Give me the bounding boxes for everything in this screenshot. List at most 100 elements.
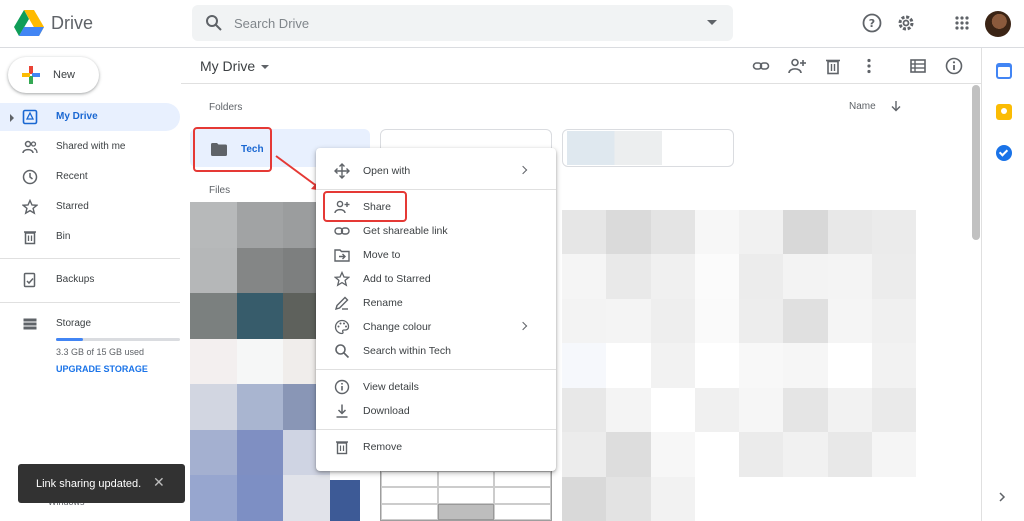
folders-heading: Folders [209, 102, 243, 113]
drive-window: Drive Search Drive ? New My Drive Shared… [0, 0, 1024, 521]
search-options-icon[interactable] [707, 20, 717, 25]
calendar-icon[interactable] [996, 63, 1012, 79]
menu-divider [316, 189, 556, 190]
breadcrumb[interactable]: My Drive [200, 58, 255, 74]
info-icon [334, 379, 350, 395]
file-thumbnail[interactable] [190, 202, 330, 521]
storage-usage-text: 3.3 GB of 15 GB used [56, 347, 145, 357]
menu-item-open-with[interactable]: Open with [316, 159, 556, 183]
snackbar: Link sharing updated. ✕ [18, 464, 185, 503]
menu-item-view-details[interactable]: View details [316, 375, 556, 399]
app-name[interactable]: Drive [51, 13, 93, 34]
my-drive-icon [22, 109, 38, 125]
sidebar-item-shared[interactable]: Shared with me [0, 133, 180, 161]
menu-item-rename[interactable]: Rename [316, 291, 556, 315]
menu-item-download[interactable]: Download [316, 399, 556, 423]
apps-grid-icon[interactable] [951, 12, 973, 34]
clock-icon [22, 169, 38, 185]
sidebar-item-label: Bin [56, 231, 71, 242]
main-toolbar: My Drive [181, 48, 981, 84]
file-thumbnail[interactable] [562, 210, 916, 521]
breadcrumb-menu-icon[interactable] [261, 65, 269, 69]
sort-by-name[interactable]: Name [849, 101, 876, 112]
menu-item-label: Get shareable link [363, 225, 448, 237]
search-icon[interactable] [205, 14, 223, 32]
sidebar-item-backups[interactable]: Backups [0, 266, 180, 294]
menu-item-label: View details [363, 381, 419, 393]
sidebar-item-storage[interactable]: Storage [0, 310, 180, 338]
pencil-icon [334, 296, 349, 311]
menu-item-label: Open with [363, 165, 411, 177]
sidebar-item-label: Shared with me [56, 141, 126, 152]
expand-panel-icon[interactable] [997, 491, 1007, 503]
side-apps-panel [981, 48, 1024, 521]
storage-progress-bar [56, 338, 180, 341]
tasks-icon[interactable] [996, 145, 1012, 161]
sidebar-item-my-drive[interactable]: My Drive [0, 103, 180, 131]
search-input[interactable]: Search Drive [234, 16, 309, 31]
storage-progress-fill [56, 338, 84, 341]
sidebar-item-label: Storage [56, 318, 92, 329]
highlight-box-share [323, 191, 407, 222]
sidebar-item-label: Backups [56, 274, 95, 285]
star-icon [22, 199, 38, 215]
sidebar-divider [0, 302, 180, 303]
menu-divider [316, 369, 556, 370]
sidebar-item-bin[interactable]: Bin [0, 223, 180, 251]
add-person-icon[interactable] [788, 57, 806, 75]
snackbar-message: Link sharing updated. [36, 478, 142, 490]
link-icon [334, 227, 350, 235]
trash-icon [336, 441, 348, 455]
new-button-label: New [53, 69, 76, 81]
palette-icon [334, 319, 350, 335]
link-icon[interactable] [752, 57, 770, 75]
menu-item-change-colour[interactable]: Change colour [316, 315, 556, 339]
sort-arrow-icon[interactable] [890, 100, 902, 112]
search-box[interactable]: Search Drive [192, 5, 733, 41]
shared-icon [22, 140, 38, 154]
upgrade-storage-link[interactable]: UPGRADE STORAGE [56, 364, 148, 374]
files-heading: Files [209, 185, 231, 196]
top-bar: Drive Search Drive ? [0, 0, 1024, 48]
menu-item-label: Move to [363, 249, 401, 261]
svg-text:?: ? [869, 17, 875, 30]
keep-icon[interactable] [996, 104, 1012, 120]
menu-item-label: Change colour [363, 321, 432, 333]
menu-item-label: Remove [363, 441, 403, 453]
help-icon[interactable]: ? [861, 12, 883, 34]
more-vert-icon[interactable] [860, 57, 878, 75]
info-icon[interactable] [945, 57, 963, 75]
star-icon [334, 271, 350, 287]
menu-item-search-within[interactable]: Search within Tech [316, 339, 556, 363]
submenu-chevron-icon [518, 321, 528, 331]
close-icon[interactable]: ✕ [153, 474, 165, 491]
settings-icon[interactable] [895, 12, 917, 34]
submenu-chevron-icon [518, 165, 528, 175]
trash-icon [24, 231, 36, 245]
menu-item-add-starred[interactable]: Add to Starred [316, 267, 556, 291]
sidebar-item-label: My Drive [56, 111, 98, 122]
expand-arrow-icon[interactable] [10, 114, 14, 122]
list-view-icon[interactable] [909, 57, 927, 75]
menu-item-get-link[interactable]: Get shareable link [316, 219, 556, 243]
account-avatar[interactable] [985, 11, 1011, 37]
sidebar-item-label: Recent [56, 171, 88, 182]
sidebar-item-label: Starred [56, 201, 89, 212]
folder-thumbnail [567, 131, 662, 165]
menu-item-move-to[interactable]: Move to [316, 243, 556, 267]
new-button[interactable]: New [8, 57, 99, 93]
menu-item-remove[interactable]: Remove [316, 435, 556, 459]
highlight-box-folder [193, 127, 272, 172]
scrollbar-thumb[interactable] [972, 85, 980, 240]
folder-card[interactable] [562, 129, 734, 167]
trash-icon[interactable] [824, 57, 842, 75]
file-thumbnail[interactable] [380, 470, 552, 521]
download-icon [336, 404, 348, 418]
backup-icon [23, 272, 36, 288]
menu-item-label: Download [363, 405, 410, 417]
sidebar-item-recent[interactable]: Recent [0, 163, 180, 191]
search-icon [335, 344, 350, 359]
drive-logo-icon[interactable] [14, 10, 44, 36]
file-thumbnail-fragment [330, 480, 360, 521]
sidebar-item-starred[interactable]: Starred [0, 193, 180, 221]
